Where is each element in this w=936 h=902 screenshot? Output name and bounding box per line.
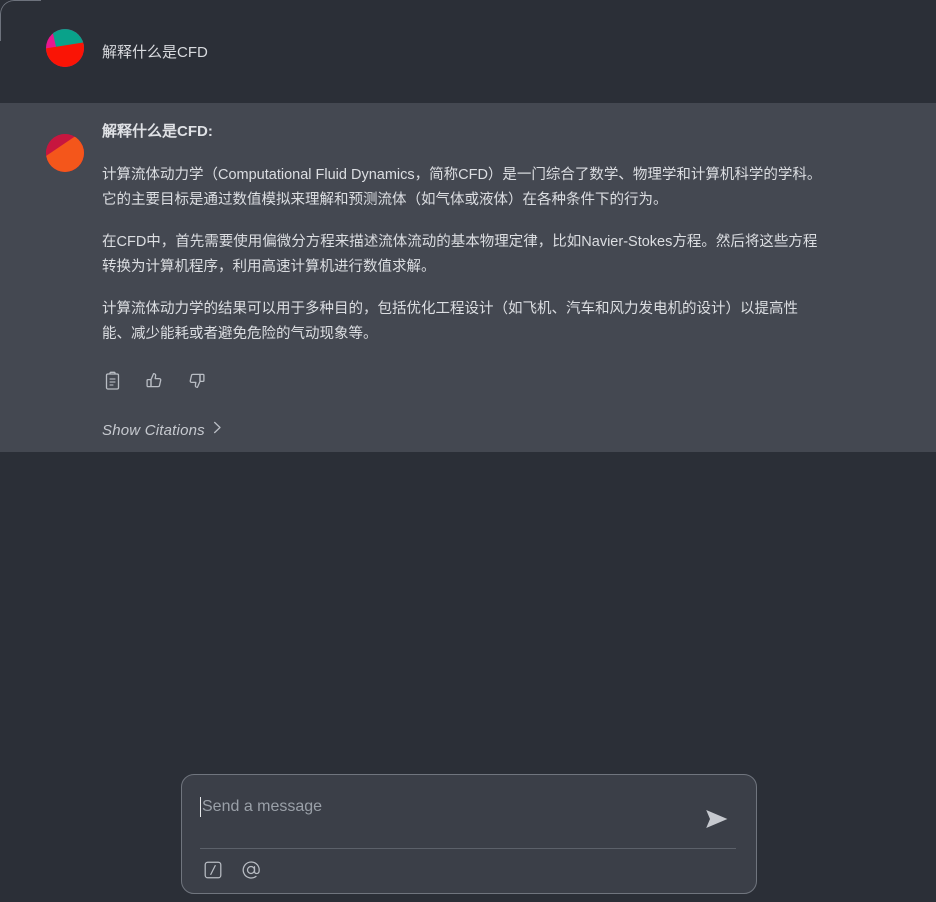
assistant-paragraph-2: 在CFD中，首先需要使用偏微分方程来描述流体流动的基本物理定律，比如Navier… xyxy=(102,234,818,275)
user-message-body: 解释什么是CFD xyxy=(102,0,936,63)
mention-button[interactable] xyxy=(239,859,263,883)
user-avatar xyxy=(46,29,84,67)
send-icon xyxy=(704,808,730,833)
assistant-avatar xyxy=(46,134,84,172)
composer-input-row: Send a message xyxy=(200,793,736,848)
slash-command-icon xyxy=(203,860,223,883)
assistant-paragraph-1: 计算流体动力学（Computational Fluid Dynamics，简称C… xyxy=(102,167,822,208)
user-message-row: 解释什么是CFD xyxy=(0,0,936,103)
mention-icon xyxy=(240,859,262,884)
chevron-right-icon xyxy=(213,421,222,439)
thumbs-down-icon xyxy=(187,371,206,390)
thumbs-up-icon xyxy=(145,371,164,390)
message-input-placeholder: Send a message xyxy=(202,798,323,815)
user-avatar-segment-red xyxy=(46,41,84,67)
assistant-paragraph-3: 计算流体动力学的结果可以用于多种目的，包括优化工程设计（如飞机、汽车和风力发电机… xyxy=(102,301,798,342)
user-message-text: 解释什么是CFD xyxy=(102,44,208,61)
message-composer[interactable]: Send a message xyxy=(181,774,757,894)
thumbs-up-button[interactable] xyxy=(144,370,164,390)
show-citations-label: Show Citations xyxy=(102,421,205,439)
conversation-spacer xyxy=(0,452,936,770)
user-avatar-column xyxy=(0,0,102,67)
assistant-message-row: 解释什么是CFD: 计算流体动力学（Computational Fluid Dy… xyxy=(0,103,936,452)
thumbs-down-button[interactable] xyxy=(186,370,206,390)
send-button[interactable] xyxy=(700,803,734,837)
assistant-avatar-column xyxy=(0,103,102,172)
assistant-response-title: 解释什么是CFD: xyxy=(102,123,213,140)
copy-button[interactable] xyxy=(102,370,122,390)
assistant-message-body: 解释什么是CFD: 计算流体动力学（Computational Fluid Dy… xyxy=(102,103,936,439)
message-actions xyxy=(102,369,856,391)
text-caret xyxy=(200,797,201,817)
chat-window: 解释什么是CFD 解释什么是CFD: 计算流体动力学（Computational… xyxy=(0,0,936,902)
composer-tools xyxy=(200,849,736,893)
show-citations-button[interactable]: Show Citations xyxy=(102,421,222,439)
slash-command-button[interactable] xyxy=(201,859,225,883)
message-input[interactable]: Send a message xyxy=(200,793,700,818)
copy-icon xyxy=(104,371,121,390)
composer-container: Send a message xyxy=(181,774,757,894)
